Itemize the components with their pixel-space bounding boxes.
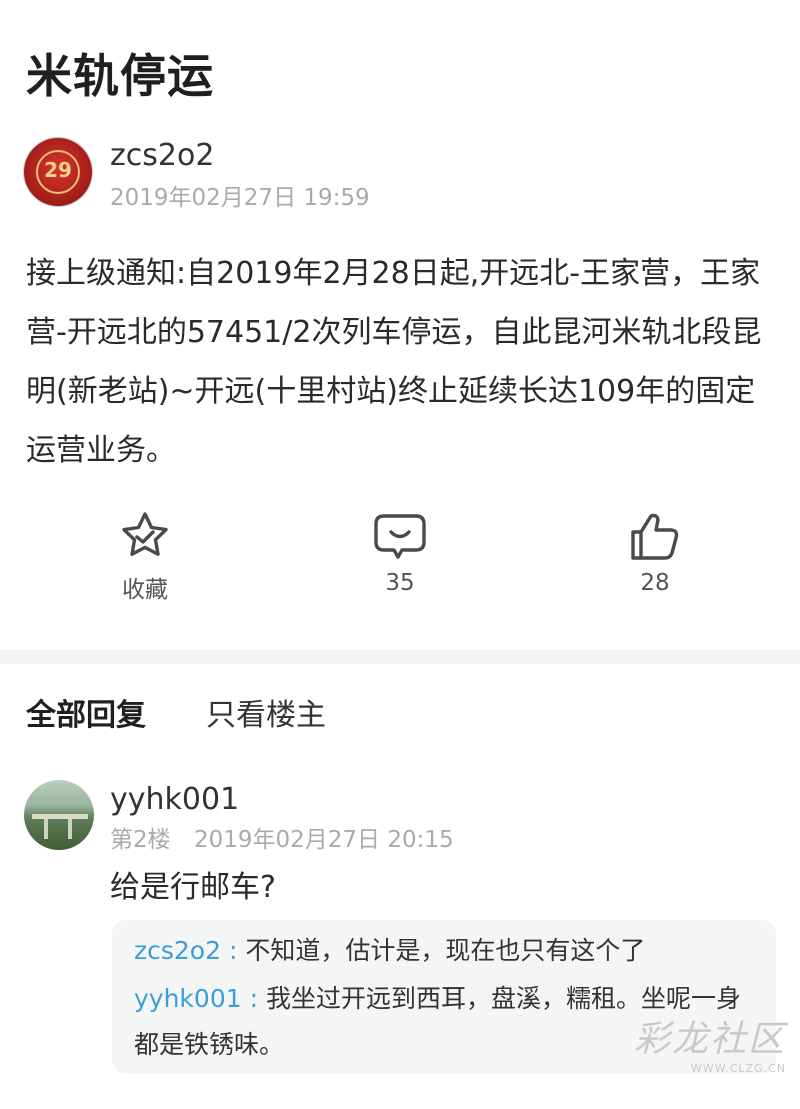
favorite-button[interactable]: 收藏 <box>85 510 205 604</box>
thumbs-up-icon <box>631 513 679 560</box>
author-name[interactable]: zcs2o2 <box>110 138 214 173</box>
post-body: 接上级通知:自2019年2月28日起,开远北-王家营，王家营-开远北的57451… <box>26 256 762 468</box>
section-divider <box>0 650 800 664</box>
sub-reply: zcs2o2 : 不知道，估计是，现在也只有这个了 <box>134 928 754 974</box>
post-title: 米轨停运 <box>26 49 214 103</box>
watermark-url: WWW.CLZG.CN <box>690 1062 786 1075</box>
tab-op-only[interactable]: 只看楼主 <box>206 690 326 734</box>
comment-count: 35 <box>385 570 415 596</box>
comment-button[interactable]: 35 <box>340 510 460 596</box>
reply-author-name[interactable]: yyhk001 <box>110 782 239 817</box>
sub-reply-text: 不知道，估计是，现在也只有这个了 <box>237 936 646 965</box>
reply-timestamp: 2019年02月27日 20:15 <box>193 827 454 853</box>
reply-avatar[interactable] <box>24 780 94 850</box>
sub-reply-user[interactable]: zcs2o2 : <box>134 936 237 965</box>
post-timestamp: 2019年02月27日 19:59 <box>110 185 370 211</box>
chat-bubble-icon <box>374 514 426 559</box>
watermark-logo-text: 彩龙社区 <box>633 1019 786 1060</box>
like-button[interactable]: 28 <box>595 510 715 596</box>
post-action-bar: 收藏 35 28 <box>0 510 800 610</box>
reply-floor: 第2楼 <box>110 827 171 853</box>
star-check-icon <box>122 512 168 556</box>
reply-text: 给是行邮车? <box>110 870 276 905</box>
favorite-label: 收藏 <box>122 577 168 603</box>
tab-all-replies[interactable]: 全部回复 <box>26 690 146 734</box>
reply-meta: 第2楼 2019年02月27日 20:15 <box>110 820 454 854</box>
site-watermark: 彩龙社区 WWW.CLZG.CN <box>634 1010 786 1075</box>
author-avatar[interactable]: 29 <box>24 138 92 206</box>
avatar-badge-number: 29 <box>44 158 72 182</box>
like-count: 28 <box>640 570 670 596</box>
sub-reply-user[interactable]: yyhk001 : <box>134 984 258 1013</box>
